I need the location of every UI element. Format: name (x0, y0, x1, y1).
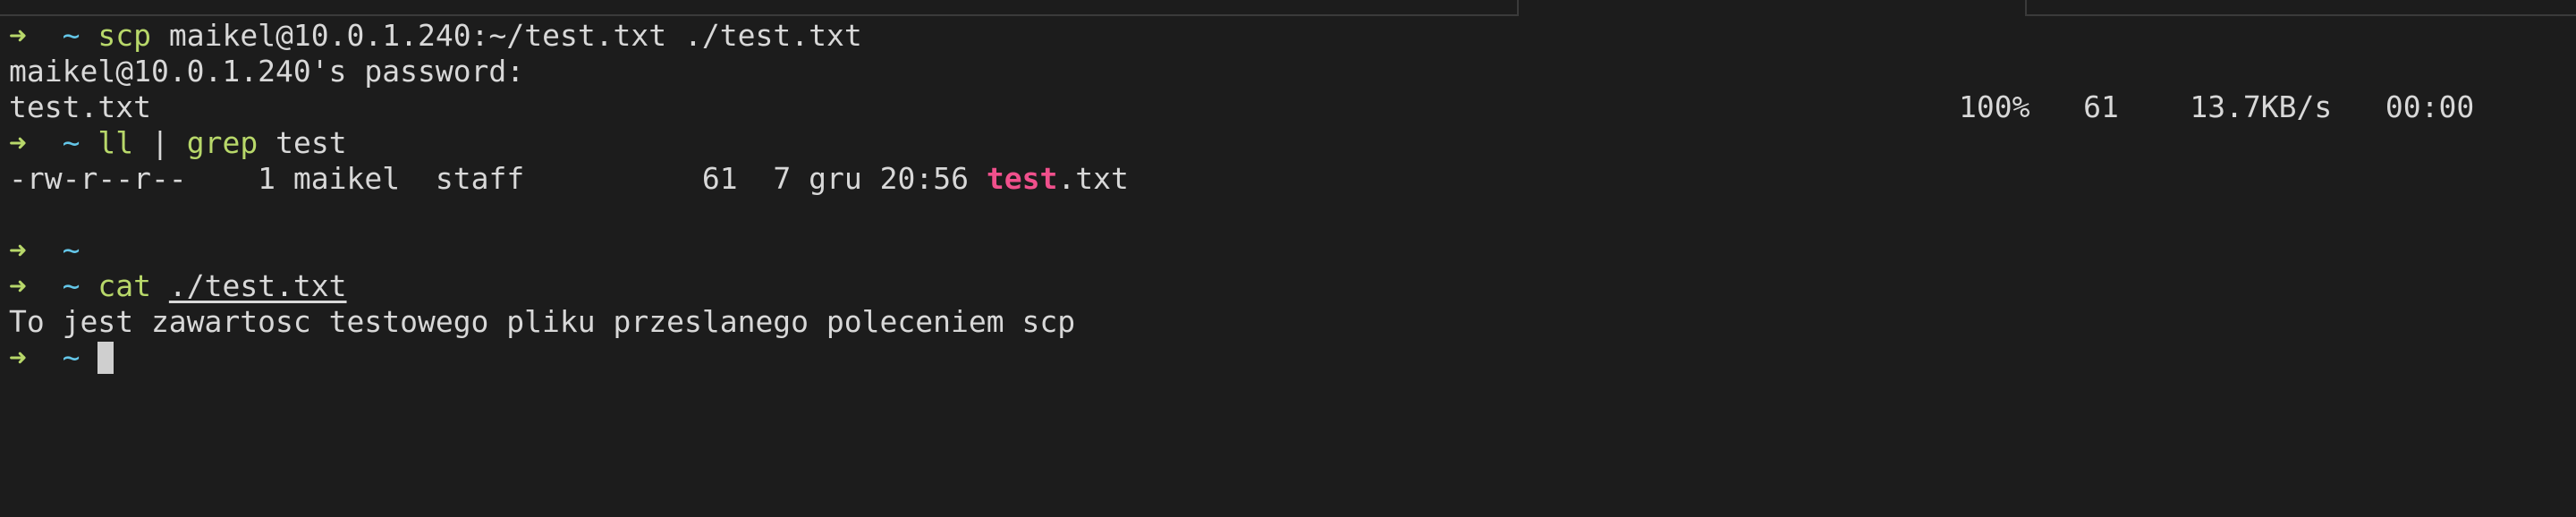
prompt-dir: ~ (62, 268, 80, 303)
prompt-arrow: ➜ (9, 18, 27, 53)
prompt-arrow: ➜ (9, 340, 27, 375)
prompt-dir: ~ (62, 18, 80, 53)
file-month: gru (809, 161, 862, 196)
prompt-dir: ~ (62, 233, 80, 267)
command-args: test (275, 125, 347, 160)
file-name-rest: .txt (1057, 161, 1129, 196)
command-name-grep: grep (186, 125, 258, 160)
tab-right[interactable] (2025, 0, 2576, 16)
command-args: maikel@10.0.1.240:~/test.txt ./test.txt (168, 18, 862, 53)
transfer-progress-line: test.txt 100% 61 13.7KB/s 00:00 (9, 89, 2576, 125)
terminal-output[interactable]: ➜ ~ scp maikel@10.0.1.240:~/test.txt ./t… (9, 18, 2576, 376)
active-prompt-line[interactable]: ➜ ~ (9, 340, 2576, 376)
transfer-percent: 100% (1959, 89, 2030, 124)
file-time: 20:56 (879, 161, 969, 196)
prompt-dir: ~ (62, 340, 80, 375)
file-name-match: test (986, 161, 1058, 196)
empty-prompt-line: ➜ ~ (9, 233, 2576, 268)
file-group: staff (435, 161, 525, 196)
file-day: 7 (773, 161, 792, 196)
command-name: ll (97, 125, 134, 160)
transfer-speed: 13.7KB/s (2190, 89, 2333, 124)
password-prompt-text: maikel@10.0.1.240's password: (9, 54, 525, 89)
command-name: cat (97, 268, 151, 303)
file-owner: maikel (292, 161, 401, 196)
command-line-cat: ➜ ~ cat ./test.txt (9, 268, 2576, 304)
pipe-symbol: | (151, 125, 169, 160)
command-line-scp: ➜ ~ scp maikel@10.0.1.240:~/test.txt ./t… (9, 18, 2576, 54)
transfer-size: 61 (2083, 89, 2119, 124)
prompt-arrow: ➜ (9, 268, 27, 303)
file-size: 61 (701, 161, 738, 196)
file-links: 1 (258, 161, 276, 196)
password-prompt: maikel@10.0.1.240's password: (9, 54, 2576, 89)
transfer-filename: test.txt (9, 89, 151, 124)
transfer-eta: 00:00 (2385, 89, 2475, 124)
tab-left[interactable] (0, 0, 1519, 16)
command-line-ll: ➜ ~ ll | grep test (9, 125, 2576, 161)
prompt-arrow: ➜ (9, 125, 27, 160)
prompt-dir: ~ (62, 125, 80, 160)
prompt-arrow: ➜ (9, 233, 27, 267)
text-cursor[interactable] (97, 341, 114, 374)
transfer-stats: 100% 61 13.7KB/s 00:00 (1959, 89, 2474, 125)
command-name: scp (97, 18, 151, 53)
file-permissions: -rw-r--r-- (9, 161, 187, 196)
tab-bar (0, 0, 2576, 16)
file-listing-row: -rw-r--r-- 1 maikel staff 61 7 gru 20:56… (9, 161, 2576, 197)
file-contents: To jest zawartosc testowego pliku przesl… (9, 304, 1076, 339)
cat-output: To jest zawartosc testowego pliku przesl… (9, 304, 2576, 340)
command-args-path: ./test.txt (168, 268, 347, 303)
